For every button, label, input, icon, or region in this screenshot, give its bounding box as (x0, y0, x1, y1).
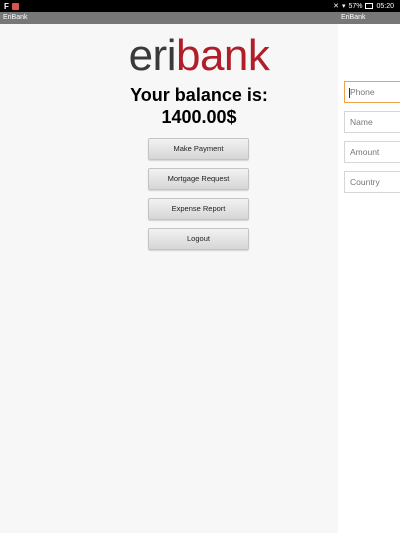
amount-placeholder: Amount (350, 147, 380, 157)
main-title-bar: EriBank (0, 12, 338, 24)
side-title-bar: EriBank (338, 12, 400, 24)
wifi-icon: ▾ (341, 3, 346, 10)
notification-icon (11, 2, 19, 10)
country-field[interactable]: Country (344, 171, 400, 193)
logo-eri: eri (128, 31, 177, 80)
amount-field[interactable]: Amount (344, 141, 400, 163)
main-panel: eribank Your balance is: 1400.00$ Make P… (0, 24, 338, 533)
logout-button[interactable]: Logout (148, 228, 249, 250)
phone-field[interactable]: Phone (344, 81, 400, 103)
mute-icon: ✕ (333, 3, 339, 10)
phone-placeholder: Phone (350, 87, 375, 97)
mortgage-request-button[interactable]: Mortgage Request (148, 168, 249, 190)
make-payment-button[interactable]: Make Payment (148, 138, 249, 160)
name-placeholder: Name (350, 117, 373, 127)
status-bar: F ✕ ▾ 57% 05:20 (0, 0, 400, 12)
battery-percent: 57% (348, 2, 363, 10)
expense-report-button[interactable]: Expense Report (148, 198, 249, 220)
status-left: F (0, 2, 19, 11)
battery-icon (365, 3, 374, 9)
name-field[interactable]: Name (344, 111, 400, 133)
payment-form-panel: Phone Name Amount Country (338, 24, 400, 533)
status-time: 05:20 (376, 2, 394, 10)
country-placeholder: Country (350, 177, 380, 187)
app-glyph: F (4, 1, 9, 11)
logo-bank: bank (175, 31, 270, 80)
status-right: ✕ ▾ 57% 05:20 (333, 2, 400, 11)
